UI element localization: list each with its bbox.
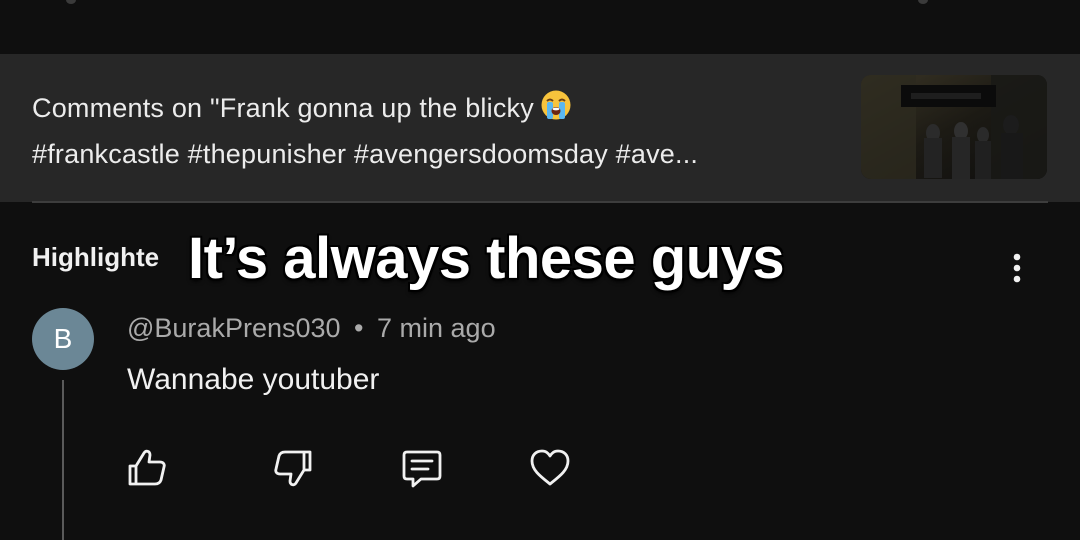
more-vert-icon[interactable] xyxy=(1004,248,1030,288)
top-dot-left xyxy=(66,0,76,4)
top-strip xyxy=(0,0,1080,54)
avatar[interactable]: B xyxy=(32,308,94,370)
thumbs-down-icon[interactable] xyxy=(270,445,316,491)
video-banner[interactable]: Comments on "Frank gonna up the blicky #… xyxy=(0,54,1080,202)
comment-author[interactable]: @BurakPrens030 xyxy=(127,313,341,343)
comment-meta: @BurakPrens030 • 7 min ago xyxy=(127,313,496,344)
comments-title-text-1: Comments on "Frank gonna up the blicky xyxy=(32,93,534,123)
comments-title: Comments on "Frank gonna up the blicky #… xyxy=(32,87,842,175)
comment-time: 7 min ago xyxy=(377,313,496,343)
thread-line xyxy=(62,380,64,540)
video-overlay-caption: It’s always these guys xyxy=(188,226,785,291)
section-divider xyxy=(32,201,1048,203)
reply-icon[interactable] xyxy=(399,445,445,491)
heart-icon[interactable] xyxy=(527,445,573,491)
meta-separator: • xyxy=(354,313,364,343)
comments-title-line-2: #frankcastle #thepunisher #avengersdooms… xyxy=(32,139,699,169)
loudly-crying-face-emoji xyxy=(540,89,572,133)
thumbs-up-icon[interactable] xyxy=(124,445,170,491)
video-thumbnail[interactable] xyxy=(861,75,1047,179)
highlighted-comment-label: Highlighte xyxy=(32,242,160,272)
top-dot-right xyxy=(918,0,928,4)
comments-title-line-1: Comments on "Frank gonna up the blicky xyxy=(32,87,842,133)
comment-text: Wannabe youtuber xyxy=(127,363,380,396)
